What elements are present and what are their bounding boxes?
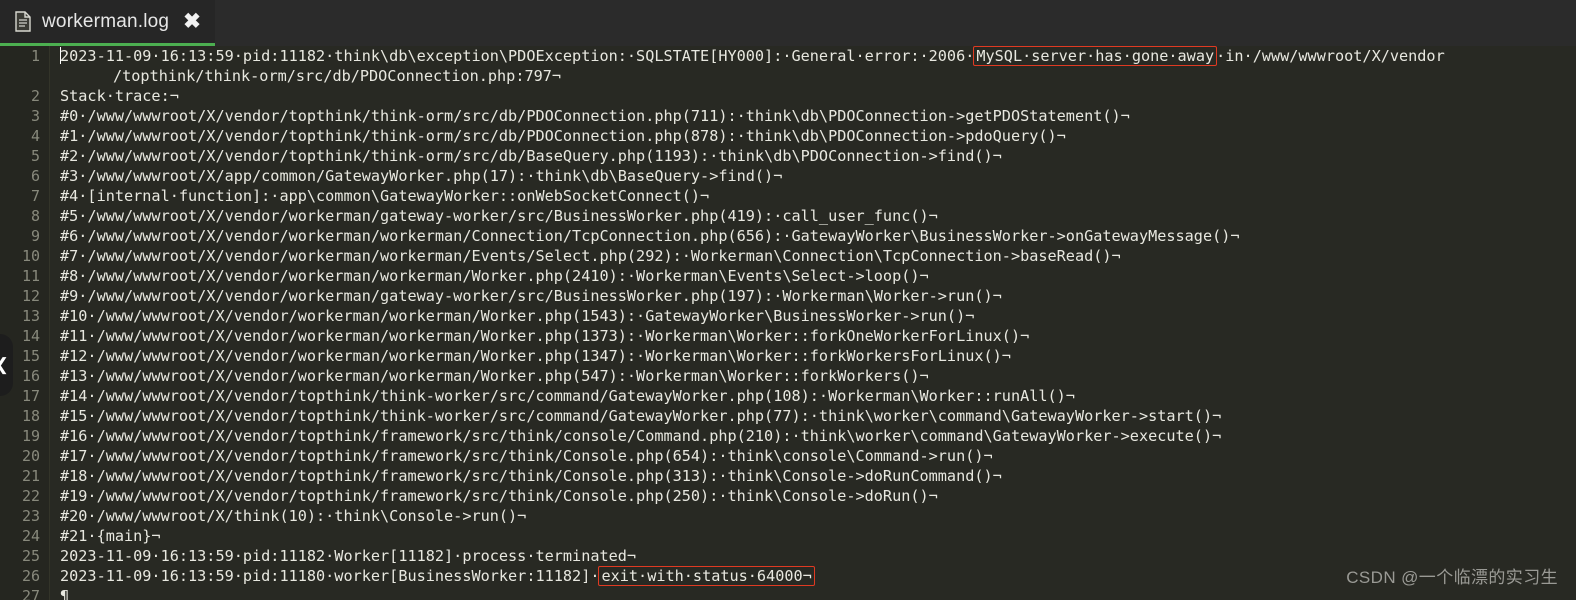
log-line-text: Stack·trace:¬ (60, 87, 179, 105)
chevron-left-icon: ❮ (0, 355, 9, 375)
log-line-text: #17·/www/wwwroot/X/vendor/topthink/frame… (60, 447, 993, 465)
line-number: 9 (0, 226, 50, 246)
line-number: 23 (0, 506, 50, 526)
line-number: 27 (0, 586, 50, 600)
log-line[interactable]: 27 ¶ (0, 586, 1576, 600)
log-line[interactable]: 26 2023-11-09·16:13:59·pid:11180·worker[B… (0, 566, 1576, 586)
line-number: 1 (0, 46, 50, 86)
editor-window: workerman.log ✖ 1 2023-11-09·16:13:59·pid… (0, 0, 1576, 600)
log-line[interactable]: 19 #16·/www/wwwroot/X/vendor/topthink/fra… (0, 426, 1576, 446)
log-line[interactable]: 25 2023-11-09·16:13:59·pid:11182·Worker[1… (0, 546, 1576, 566)
line-number: 12 (0, 286, 50, 306)
log-line-text: #6·/www/wwwroot/X/vendor/workerman/worke… (60, 227, 1240, 245)
line-number: 13 (0, 306, 50, 326)
line-number: 11 (0, 266, 50, 286)
log-line-text: #1·/www/wwwroot/X/vendor/topthink/think-… (60, 127, 1066, 145)
log-line-text: #14·/www/wwwroot/X/vendor/topthink/think… (60, 387, 1075, 405)
log-line-text: #12·/www/wwwroot/X/vendor/workerman/work… (60, 347, 1011, 365)
log-line-text: #0·/www/wwwroot/X/vendor/topthink/think-… (60, 107, 1130, 125)
log-line[interactable]: 11 #8·/www/wwwroot/X/vendor/workerman/wor… (0, 266, 1576, 286)
watermark: CSDN @一个临漂的实习生 (1346, 568, 1558, 587)
log-line-text: #5·/www/wwwroot/X/vendor/workerman/gatew… (60, 207, 938, 225)
line-number: 24 (0, 526, 50, 546)
log-editor[interactable]: 1 2023-11-09·16:13:59·pid:11182·think\db\… (0, 46, 1576, 600)
file-document-icon (14, 11, 32, 32)
line-number: 5 (0, 146, 50, 166)
log-line[interactable]: 3 #0·/www/wwwroot/X/vendor/topthink/think… (0, 106, 1576, 126)
log-line-text: #3·/www/wwwroot/X/app/common/GatewayWork… (60, 167, 783, 185)
line-number: 4 (0, 126, 50, 146)
log-line[interactable]: 4 #1·/www/wwwroot/X/vendor/topthink/think… (0, 126, 1576, 146)
log-line[interactable]: 5 #2·/www/wwwroot/X/vendor/topthink/think… (0, 146, 1576, 166)
log-line[interactable]: 13 #10·/www/wwwroot/X/vendor/workerman/wo… (0, 306, 1576, 326)
log-line[interactable]: 12 #9·/www/wwwroot/X/vendor/workerman/gat… (0, 286, 1576, 306)
log-line[interactable]: 24 #21·{main}¬ (0, 526, 1576, 546)
log-line[interactable]: 10 #7·/www/wwwroot/X/vendor/workerman/wor… (0, 246, 1576, 266)
line-number: 2 (0, 86, 50, 106)
line-number: 19 (0, 426, 50, 446)
log-line[interactable]: 21 #18·/www/wwwroot/X/vendor/topthink/fra… (0, 466, 1576, 486)
log-line-text: ¶ (60, 587, 70, 600)
line-number: 8 (0, 206, 50, 226)
log-line[interactable]: 17 #14·/www/wwwroot/X/vendor/topthink/thi… (0, 386, 1576, 406)
log-line-text: #13·/www/wwwroot/X/vendor/workerman/work… (60, 367, 929, 385)
log-line[interactable]: 22 #19·/www/wwwroot/X/vendor/topthink/fra… (0, 486, 1576, 506)
log-line[interactable]: 1 2023-11-09·16:13:59·pid:11182·think\db\… (0, 46, 1576, 86)
log-line-text: #20·/www/wwwroot/X/think(10):·think\Cons… (60, 507, 527, 525)
log-line-text: #7·/www/wwwroot/X/vendor/workerman/worke… (60, 247, 1121, 265)
line-number: 26 (0, 566, 50, 586)
log-line[interactable]: 18 #15·/www/wwwroot/X/vendor/topthink/thi… (0, 406, 1576, 426)
line-number: 7 (0, 186, 50, 206)
log-line[interactable]: 2 Stack·trace:¬ (0, 86, 1576, 106)
line-number: 6 (0, 166, 50, 186)
tab-bar: workerman.log ✖ (0, 0, 1576, 46)
log-line-text: #19·/www/wwwroot/X/vendor/topthink/frame… (60, 487, 938, 505)
line-number: 20 (0, 446, 50, 466)
sidebar-toggle-handle[interactable]: ❮ (0, 334, 13, 396)
line-number: 10 (0, 246, 50, 266)
wrapped-line-continuation: /topthink/think-orm/src/db/PDOConnection… (113, 67, 562, 85)
line-number: 25 (0, 546, 50, 566)
text-caret (60, 47, 61, 64)
log-line-text: #10·/www/wwwroot/X/vendor/workerman/work… (60, 307, 975, 325)
log-line-text: #4·[internal·function]:·app\common\Gatew… (60, 187, 710, 205)
tab-workerman-log[interactable]: workerman.log ✖ (0, 0, 215, 46)
log-line[interactable]: 8 #5·/www/wwwroot/X/vendor/workerman/gate… (0, 206, 1576, 226)
log-line[interactable]: 14 #11·/www/wwwroot/X/vendor/workerman/wo… (0, 326, 1576, 346)
line-number: 22 (0, 486, 50, 506)
tab-bar-empty-area (214, 0, 1576, 46)
highlighted-error-text: exit·with·status·64000¬ (598, 566, 815, 586)
line-number: 21 (0, 466, 50, 486)
log-line-text: #18·/www/wwwroot/X/vendor/topthink/frame… (60, 467, 1002, 485)
log-line-text: #2·/www/wwwroot/X/vendor/topthink/think-… (60, 147, 1002, 165)
log-line-text: #16·/www/wwwroot/X/vendor/topthink/frame… (60, 427, 1222, 445)
log-line[interactable]: 6 #3·/www/wwwroot/X/app/common/GatewayWor… (0, 166, 1576, 186)
highlighted-error-text: MySQL·server·has·gone·away (973, 46, 1218, 66)
tab-title: workerman.log (42, 10, 170, 32)
line-number: 3 (0, 106, 50, 126)
log-lines: 1 2023-11-09·16:13:59·pid:11182·think\db\… (0, 46, 1576, 600)
log-line[interactable]: 20 #17·/www/wwwroot/X/vendor/topthink/fra… (0, 446, 1576, 466)
log-line-text: #15·/www/wwwroot/X/vendor/topthink/think… (60, 407, 1222, 425)
log-line[interactable]: 16 #13·/www/wwwroot/X/vendor/workerman/wo… (0, 366, 1576, 386)
log-line[interactable]: 7 #4·[internal·function]:·app\common\Gate… (0, 186, 1576, 206)
close-icon[interactable]: ✖ (183, 11, 201, 32)
log-line[interactable]: 9 #6·/www/wwwroot/X/vendor/workerman/work… (0, 226, 1576, 246)
log-line-text: #11·/www/wwwroot/X/vendor/workerman/work… (60, 327, 1030, 345)
log-line[interactable]: 15 #12·/www/wwwroot/X/vendor/workerman/wo… (0, 346, 1576, 366)
log-line-text: #9·/www/wwwroot/X/vendor/workerman/gatew… (60, 287, 1002, 305)
log-line-text: #21·{main}¬ (60, 527, 161, 545)
log-line-text: 2023-11-09·16:13:59·pid:11182·think\db\e… (50, 46, 1576, 86)
log-line-text: #8·/www/wwwroot/X/vendor/workerman/worke… (60, 267, 929, 285)
log-line[interactable]: 23 #20·/www/wwwroot/X/think(10):·think\Co… (0, 506, 1576, 526)
line-number: 18 (0, 406, 50, 426)
